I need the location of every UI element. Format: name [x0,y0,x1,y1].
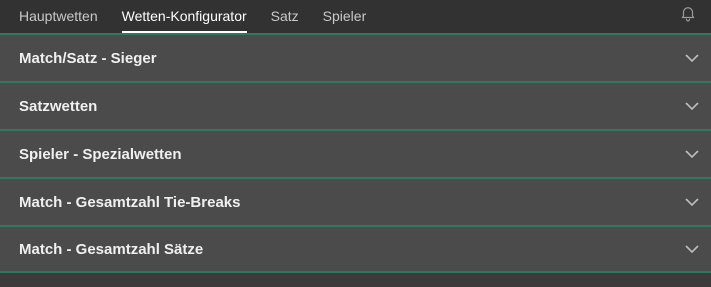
market-gesamtzahl-saetze[interactable]: Match - Gesamtzahl Sätze [0,225,711,273]
market-title: Match - Gesamtzahl Tie-Breaks [19,193,241,211]
market-list: Match/Satz - Sieger Satzwetten Spieler -… [0,33,711,273]
tab-hauptwetten[interactable]: Hauptwetten [19,0,98,33]
market-match-satz-sieger[interactable]: Match/Satz - Sieger [0,33,711,81]
market-title: Match/Satz - Sieger [19,49,157,67]
market-spieler-spezialwetten[interactable]: Spieler - Spezialwetten [0,129,711,177]
tab-wetten-konfigurator[interactable]: Wetten-Konfigurator [121,0,247,33]
tab-label: Wetten-Konfigurator [121,7,247,24]
tab-label: Satz [270,7,299,24]
chevron-down-icon[interactable] [685,101,699,111]
chevron-down-icon[interactable] [685,149,699,159]
market-gesamtzahl-tie-breaks[interactable]: Match - Gesamtzahl Tie-Breaks [0,177,711,225]
market-satzwetten[interactable]: Satzwetten [0,81,711,129]
market-title: Spieler - Spezialwetten [19,145,182,163]
tab-label: Hauptwetten [19,7,98,24]
bell-icon[interactable] [679,4,697,22]
market-title: Satzwetten [19,97,98,115]
tab-spieler[interactable]: Spieler [323,0,367,33]
tab-bar: Hauptwetten Wetten-Konfigurator Satz Spi… [0,0,711,33]
tab-label: Spieler [322,7,367,24]
chevron-down-icon[interactable] [685,197,699,207]
chevron-down-icon[interactable] [685,53,699,63]
market-title: Match - Gesamtzahl Sätze [19,240,204,258]
chevron-down-icon[interactable] [685,244,699,254]
tab-satz[interactable]: Satz [271,0,299,33]
